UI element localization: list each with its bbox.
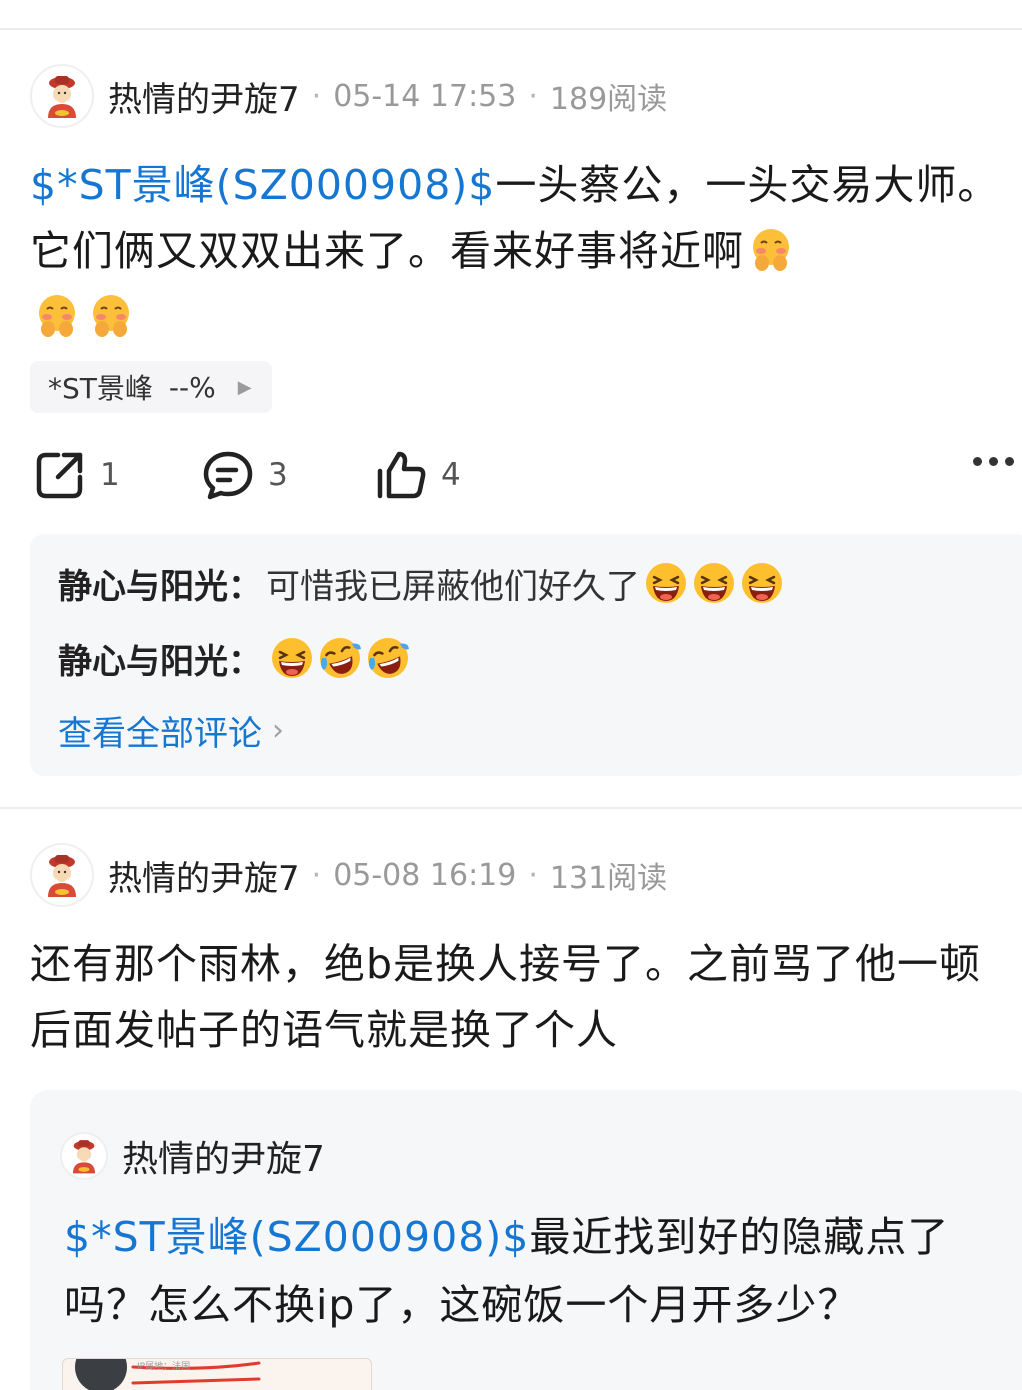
quoted-image-thumbnail[interactable]: IP属地：法国: [62, 1358, 372, 1390]
quoted-text[interactable]: $*ST景峰(SZ000908)$最近找到好的隐藏点了吗？怎么不换ip了，这碗饭…: [64, 1203, 994, 1339]
fortune-god-avatar-icon: [72, 1140, 96, 1174]
comment-icon: [203, 451, 253, 500]
thumbnail-caption: IP属地：法国: [137, 1362, 191, 1372]
action-bar: 1 3 4: [0, 445, 1022, 509]
share-button[interactable]: 1: [34, 449, 120, 501]
avatar[interactable]: [30, 64, 94, 128]
like-count: 4: [441, 457, 461, 493]
meta-separator: ·: [311, 857, 322, 893]
quoted-author-name[interactable]: 热情的尹旋7: [122, 1130, 325, 1182]
screenshot-thumbnail-icon: [75, 1359, 261, 1390]
more-dots-icon[interactable]: [973, 457, 1014, 466]
comment-text: 可惜我已屏蔽他们好久了: [266, 566, 640, 607]
stock-chip[interactable]: *ST景峰 --% ▶: [30, 361, 272, 413]
share-icon: [36, 452, 83, 499]
comment-item[interactable]: 静心与阳光：: [58, 630, 410, 686]
post-body[interactable]: 还有那个雨林，绝b是换人接号了。之前骂了他一顿后面发帖子的语气就是换了个人: [30, 931, 1000, 1063]
post-text: 还有那个雨林，绝b是换人接号了。之前骂了他一顿后面发帖子的语气就是换了个人: [30, 940, 982, 1054]
laughing-emoji: [694, 563, 734, 603]
read-count: 189阅读: [549, 82, 668, 117]
stock-link[interactable]: $*ST景峰(SZ000908)$: [30, 161, 495, 209]
quoted-post[interactable]: 热情的尹旋7 $*ST景峰(SZ000908)$最近找到好的隐藏点了吗？怎么不换…: [30, 1090, 1022, 1390]
quoted-author-row: 热情的尹旋7: [60, 1130, 325, 1182]
shy-giggle-emoji: [753, 229, 789, 271]
stock-link[interactable]: $*ST景峰(SZ000908)$: [64, 1213, 529, 1261]
avatar[interactable]: [30, 843, 94, 907]
avatar[interactable]: [60, 1132, 108, 1180]
share-count: 1: [100, 457, 120, 493]
page: 热情的尹旋7 · 05-14 17:53 · 189阅读 $*ST景峰(SZ00…: [0, 0, 1022, 1390]
post-card[interactable]: 热情的尹旋7 · 05-08 16:19 · 131阅读 还有那个雨林，绝b是换…: [0, 809, 1022, 1390]
comment-user[interactable]: 静心与阳光：: [58, 634, 262, 683]
author-name[interactable]: 热情的尹旋7: [108, 851, 300, 900]
read-count: 131阅读: [549, 861, 668, 896]
chevron-right-icon: ›: [272, 713, 284, 748]
stock-chip-change: --%: [168, 370, 216, 404]
stock-chip-name: *ST景峰: [48, 372, 153, 405]
thumbs-up-icon: [377, 451, 426, 499]
comment-button[interactable]: 3: [202, 449, 288, 501]
comment-preview[interactable]: 静心与阳光： 可惜我已屏蔽他们好久了 静心与阳光： 查看全部评论 ›: [30, 534, 1022, 776]
post-card[interactable]: 热情的尹旋7 · 05-14 17:53 · 189阅读 $*ST景峰(SZ00…: [0, 0, 1022, 806]
chevron-right-icon: ▶: [237, 376, 252, 398]
post-date: 05-08 16:19: [333, 857, 517, 893]
fortune-god-avatar-icon: [48, 855, 76, 897]
laugh-crying-emoji: [320, 638, 361, 678]
comment-item[interactable]: 静心与阳光： 可惜我已屏蔽他们好久了: [58, 555, 784, 611]
shy-giggle-emoji: [93, 295, 129, 337]
view-all-comments-link[interactable]: 查看全部评论 ›: [58, 706, 284, 755]
comment-count: 3: [268, 457, 288, 493]
shy-giggle-emoji: [39, 295, 75, 337]
laughing-emoji: [646, 563, 686, 603]
author-name[interactable]: 热情的尹旋7: [108, 72, 300, 121]
comment-user[interactable]: 静心与阳光：: [58, 559, 262, 608]
laughing-emoji: [272, 638, 312, 678]
post-header: 热情的尹旋7 · 05-14 17:53 · 189阅读: [30, 64, 667, 128]
meta-separator: ·: [528, 857, 538, 893]
laughing-emoji: [742, 563, 782, 603]
meta-separator: ·: [311, 78, 322, 114]
post-header: 热情的尹旋7 · 05-08 16:19 · 131阅读: [30, 843, 667, 907]
post-date: 05-14 17:53: [333, 78, 517, 114]
like-button[interactable]: 4: [375, 449, 461, 501]
laugh-crying-emoji: [368, 638, 409, 678]
meta-separator: ·: [528, 78, 538, 114]
fortune-god-avatar-icon: [48, 76, 76, 118]
view-all-label: 查看全部评论: [58, 714, 262, 754]
post-body[interactable]: $*ST景峰(SZ000908)$一头蔡公，一头交易大师。它们俩又双双出来了。看…: [30, 152, 1000, 350]
